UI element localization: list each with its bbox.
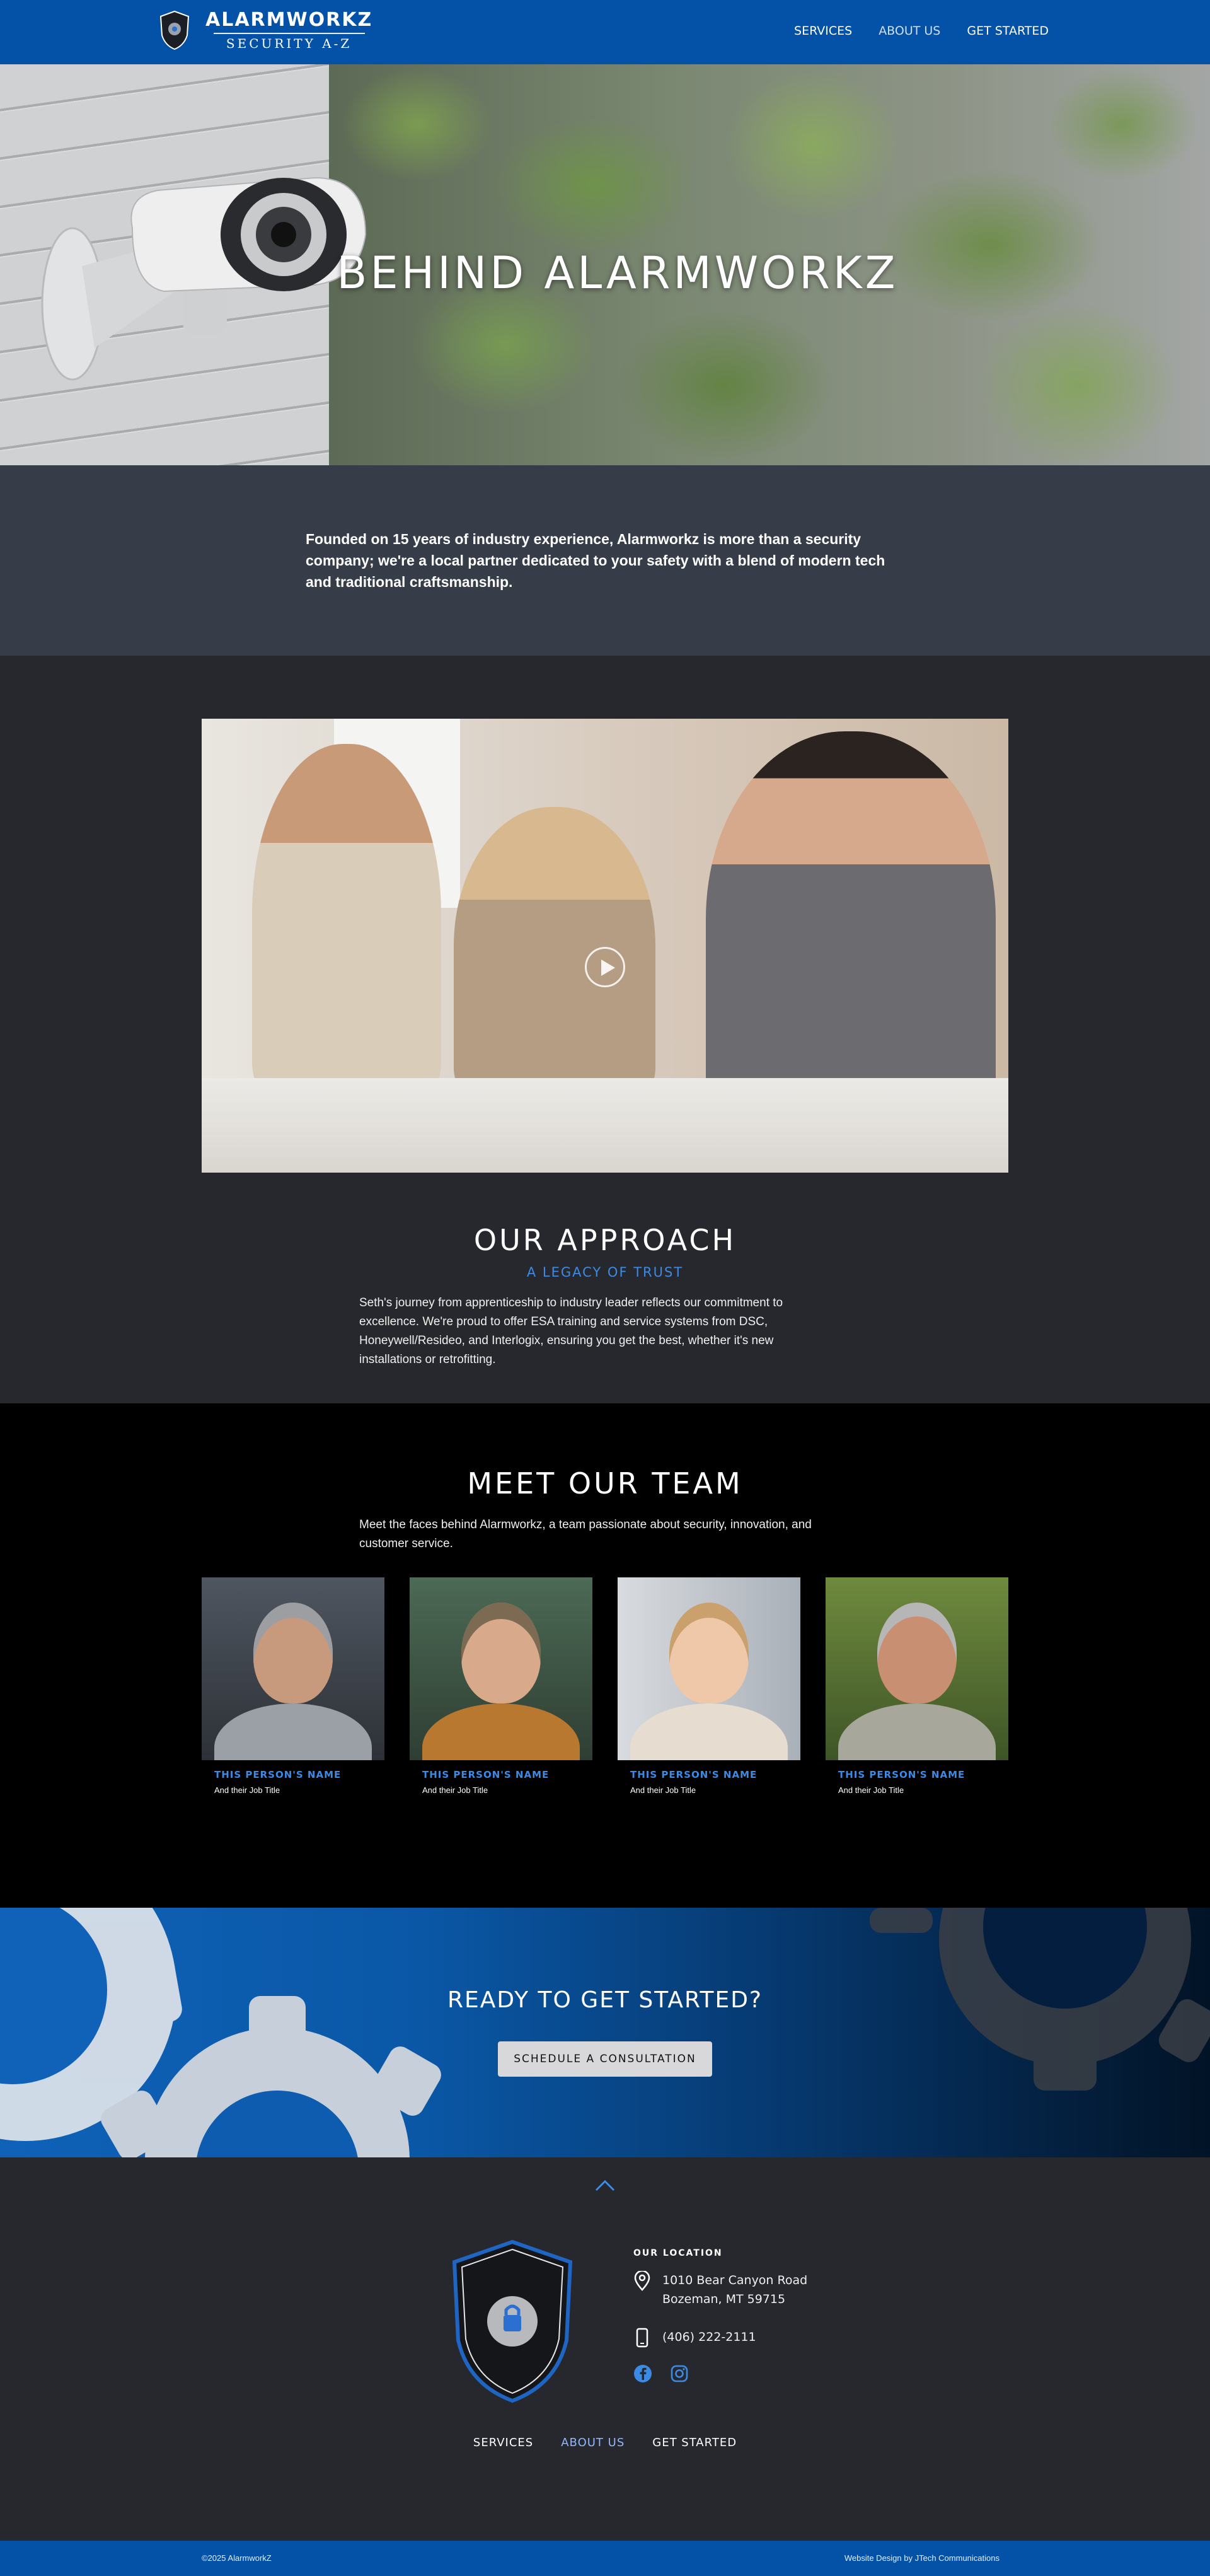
cta-section: READY TO GET STARTED? SCHEDULE A CONSULT…	[0, 1908, 1210, 2157]
phone-icon	[636, 2328, 648, 2348]
approach-text: Seth's journey from apprenticeship to in…	[359, 1296, 783, 1366]
bottom-bar: ©2025 AlarmworkZ Website Design by JTech…	[0, 2541, 1210, 2576]
team-member-title: And their Job Title	[422, 1785, 488, 1795]
team-member-name: THIS PERSON'S NAME	[214, 1769, 342, 1780]
social-links	[633, 2364, 689, 2383]
facebook-icon[interactable]	[633, 2364, 652, 2383]
address-row: 1010 Bear Canyon Road Bozeman, MT 59715	[633, 2271, 807, 2309]
team-card: THIS PERSON'S NAME And their Job Title	[826, 1577, 1008, 1795]
team-lead: Meet the faces behind Alarmworkz, a team…	[359, 1518, 812, 1550]
gears-background	[0, 1908, 1210, 2157]
team-photo	[618, 1577, 800, 1760]
approach-section: OUR APPROACH A LEGACY OF TRUST Seth's jo…	[0, 656, 1210, 1403]
intro-text: Founded on 15 years of industry experien…	[306, 531, 885, 590]
team-photo	[202, 1577, 384, 1760]
footer-nav-services[interactable]: SERVICES	[473, 2436, 533, 2449]
team-member-name: THIS PERSON'S NAME	[630, 1769, 758, 1780]
scroll-to-top-icon[interactable]	[595, 2179, 615, 2191]
team-section: MEET OUR TEAM Meet the faces behind Alar…	[0, 1403, 1210, 1908]
nav-services[interactable]: SERVICES	[794, 24, 852, 38]
team-title: MEET OUR TEAM	[467, 1466, 743, 1500]
footer-shield-logo	[452, 2239, 573, 2403]
instagram-icon[interactable]	[670, 2364, 689, 2383]
photo-person-right	[706, 731, 996, 1122]
intro-section: Founded on 15 years of industry experien…	[0, 465, 1210, 656]
security-camera-icon	[41, 177, 367, 381]
schedule-consultation-button[interactable]: SCHEDULE A CONSULTATION	[498, 2041, 712, 2077]
nav-get-started[interactable]: GET STARTED	[967, 24, 1049, 38]
address-line-2: Bozeman, MT 59715	[662, 2292, 786, 2306]
shield-logo-icon	[159, 10, 190, 50]
phone-row[interactable]: (406) 222-2111	[633, 2328, 756, 2348]
team-grid: THIS PERSON'S NAME And their Job Title T…	[202, 1577, 1008, 1795]
location-heading: OUR LOCATION	[633, 2248, 723, 2258]
phone-number[interactable]: (406) 222-2111	[662, 2328, 756, 2347]
brand-logo[interactable]: ALARMWORKZ SECURITY A-Z	[159, 9, 372, 51]
team-member-title: And their Job Title	[838, 1785, 904, 1795]
team-member-title: And their Job Title	[630, 1785, 696, 1795]
photo-table	[202, 1078, 1008, 1173]
approach-video[interactable]	[202, 719, 1008, 1173]
team-card: THIS PERSON'S NAME And their Job Title	[202, 1577, 384, 1795]
top-nav: ALARMWORKZ SECURITY A-Z SERVICES ABOUT U…	[0, 0, 1210, 64]
footer-nav-get-started[interactable]: GET STARTED	[652, 2436, 737, 2449]
copyright-text: ©2025 AlarmworkZ	[202, 2553, 272, 2563]
brand-tagline: SECURITY A-Z	[226, 36, 352, 51]
team-photo	[410, 1577, 592, 1760]
hero-banner: BEHIND ALARMWORKZ	[0, 64, 1210, 465]
team-card: THIS PERSON'S NAME And their Job Title	[410, 1577, 592, 1795]
team-photo	[826, 1577, 1008, 1760]
team-member-name: THIS PERSON'S NAME	[838, 1769, 965, 1780]
brand-name: ALARMWORKZ	[205, 9, 373, 31]
main-menu: SERVICES ABOUT US GET STARTED	[794, 24, 1049, 38]
footer: OUR LOCATION 1010 Bear Canyon Road Bozem…	[0, 2157, 1210, 2541]
footer-menu: SERVICES ABOUT US GET STARTED	[0, 2436, 1210, 2449]
team-member-title: And their Job Title	[214, 1785, 280, 1795]
approach-subtitle: A LEGACY OF TRUST	[526, 1265, 684, 1280]
photo-person-center	[454, 807, 655, 1097]
cta-title: READY TO GET STARTED?	[447, 1987, 763, 2013]
play-icon[interactable]	[585, 947, 625, 987]
approach-title: OUR APPROACH	[473, 1223, 737, 1257]
hero-title: BEHIND ALARMWORKZ	[337, 247, 899, 299]
photo-person-left	[252, 744, 441, 1097]
brand-divider	[213, 33, 365, 34]
design-credit-link[interactable]: Website Design by JTech Communications	[844, 2553, 1000, 2563]
team-card: THIS PERSON'S NAME And their Job Title	[618, 1577, 800, 1795]
footer-nav-about-us[interactable]: ABOUT US	[561, 2436, 625, 2449]
nav-about-us[interactable]: ABOUT US	[879, 24, 940, 38]
team-member-name: THIS PERSON'S NAME	[422, 1769, 550, 1780]
address-line-1: 1010 Bear Canyon Road	[662, 2273, 808, 2287]
map-pin-icon	[634, 2271, 650, 2291]
